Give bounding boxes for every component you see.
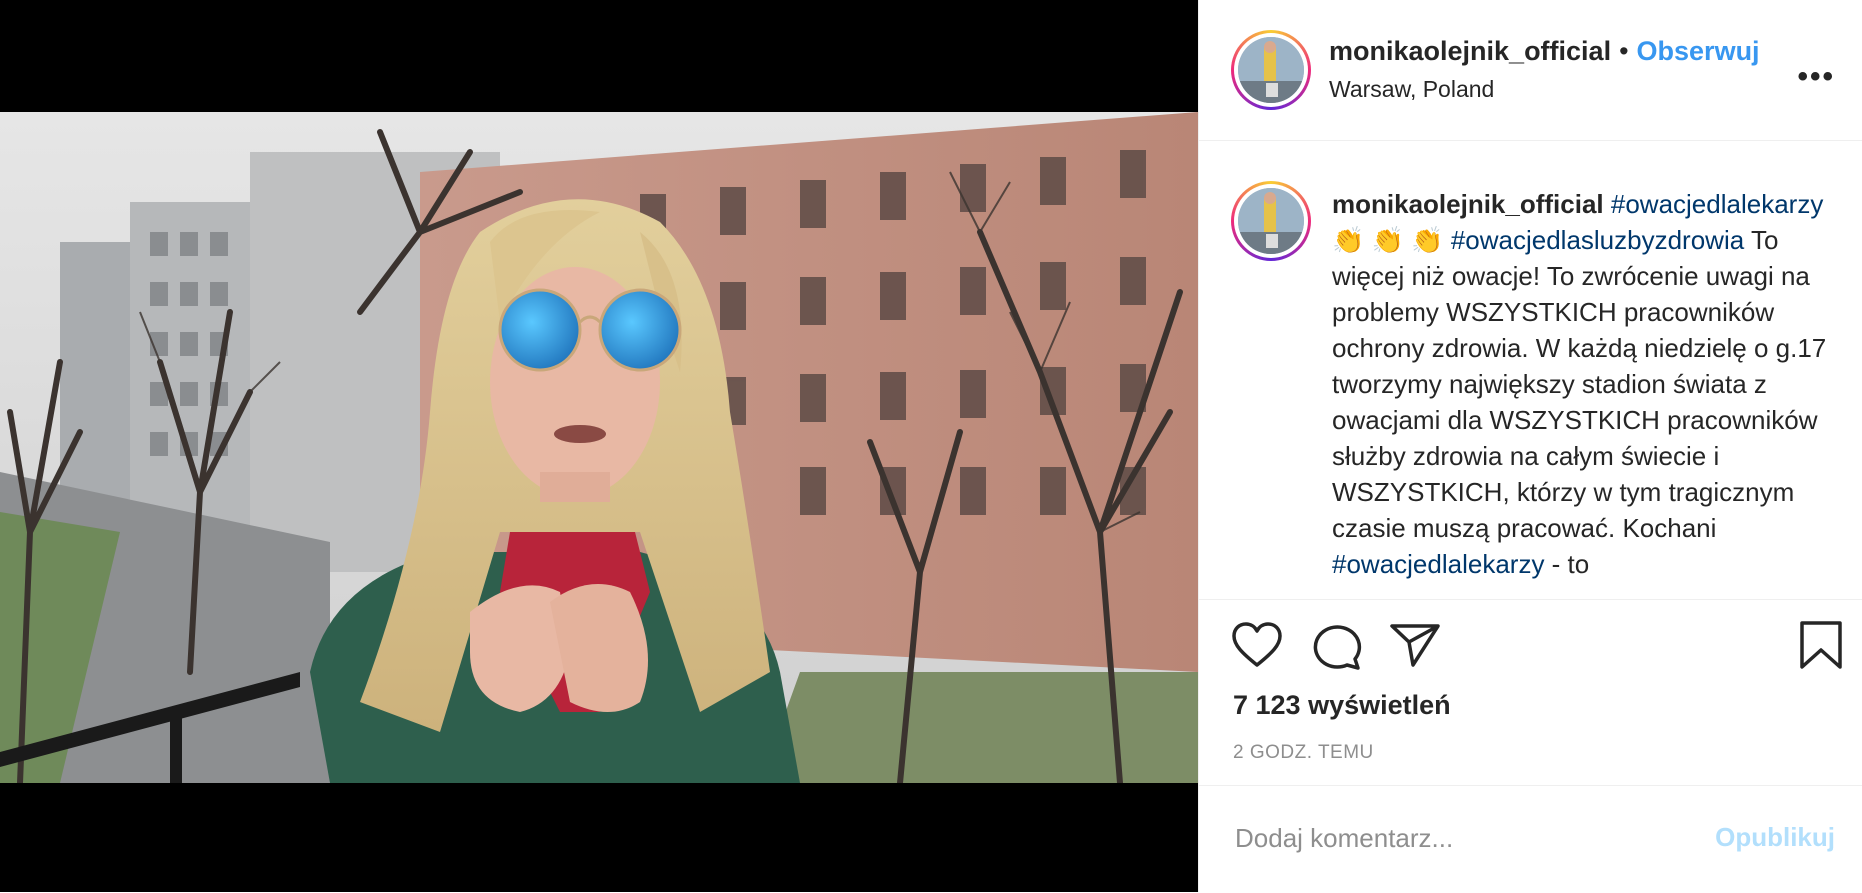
avatar-image [1238, 37, 1304, 103]
caption-username[interactable]: monikaolejnik_official [1332, 189, 1604, 219]
caption-text: To więcej niż owacje! To zwrócenie uwagi… [1332, 225, 1827, 543]
post-caption: monikaolejnik_official #owacjedlalekarzy… [1332, 186, 1852, 582]
comment-input[interactable] [1233, 822, 1697, 855]
comment-bar: Opublikuj [1199, 785, 1862, 893]
action-bar [1199, 620, 1862, 680]
caption-avatar[interactable] [1231, 181, 1311, 261]
video-still-image [0, 112, 1198, 783]
separator-dot: • [1619, 36, 1629, 66]
hashtag-link[interactable]: #owacjedlasluzbyzdrowia [1451, 225, 1744, 255]
follow-button[interactable]: Obserwuj [1637, 36, 1760, 66]
post-side-panel: monikaolejnik_official • Obserwuj Warsaw, … [1198, 0, 1862, 892]
caption-area: monikaolejnik_official #owacjedlalekarzy… [1199, 141, 1862, 600]
video-frame[interactable] [0, 112, 1198, 783]
post-username[interactable]: monikaolejnik_official [1329, 36, 1611, 66]
hashtag-link[interactable]: #owacjedlalekarzy [1611, 189, 1823, 219]
bookmark-icon[interactable] [1799, 620, 1843, 670]
view-count[interactable]: 7 123 wyświetleń [1233, 690, 1451, 721]
comment-bubble-icon[interactable] [1312, 622, 1362, 670]
more-options-icon[interactable]: ••• [1797, 60, 1835, 94]
paper-plane-icon[interactable] [1389, 622, 1441, 668]
caption-text-end: - to [1544, 549, 1590, 579]
post-timestamp[interactable]: 2 GODZ. TEMU [1233, 742, 1374, 764]
video-player[interactable] [0, 0, 1198, 892]
heart-icon[interactable] [1232, 622, 1282, 668]
caption-avatar-image [1238, 188, 1304, 254]
publish-button[interactable]: Opublikuj [1715, 822, 1835, 853]
hashtag-link[interactable]: #owacjedlalekarzy [1332, 549, 1544, 579]
avatar[interactable] [1231, 30, 1311, 110]
post-location[interactable]: Warsaw, Poland [1329, 76, 1494, 103]
clap-emojis: 👏 👏 👏 [1332, 225, 1444, 255]
post-header: monikaolejnik_official • Obserwuj Warsaw, … [1199, 0, 1862, 141]
